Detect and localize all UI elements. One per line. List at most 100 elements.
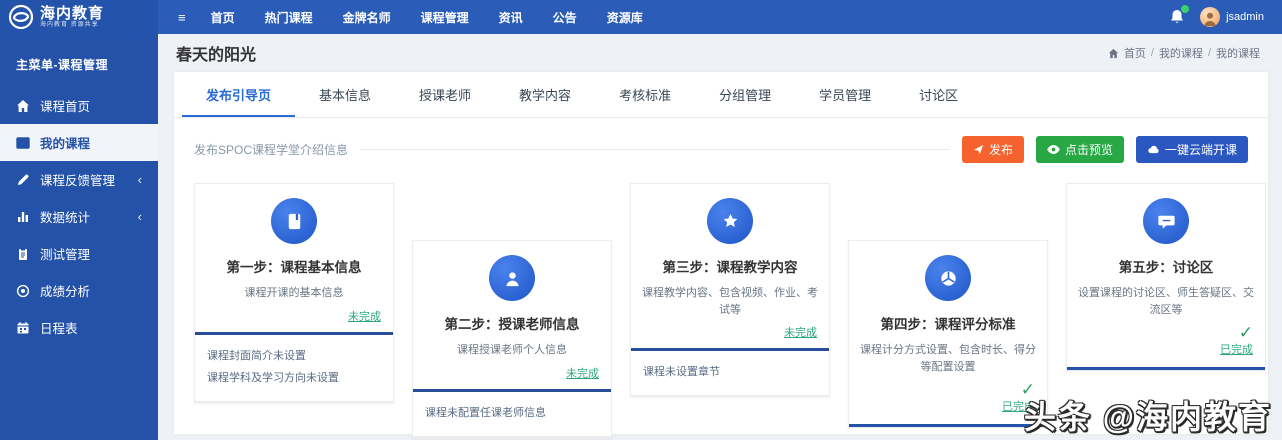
pencil-icon bbox=[16, 173, 30, 187]
nav-item-announcements[interactable]: 公告 bbox=[540, 0, 590, 34]
sidebar-item-label: 我的课程 bbox=[40, 137, 91, 151]
sidebar-item-my-courses[interactable]: 我的课程 bbox=[0, 124, 158, 161]
sidebar-item-course-home[interactable]: 课程首页 bbox=[0, 87, 158, 124]
tab-assessment-criteria[interactable]: 考核标准 bbox=[595, 72, 695, 117]
step-notice: 课程封面简介未设置 课程学科及学习方向未设置 bbox=[195, 331, 393, 402]
breadcrumb-home[interactable]: 首页 bbox=[1124, 45, 1146, 61]
preview-button[interactable]: 点击预览 bbox=[1035, 136, 1124, 163]
sidebar-item-label: 课程反馈管理 bbox=[40, 174, 116, 188]
notification-badge bbox=[1181, 5, 1190, 13]
tab-instructors[interactable]: 授课老师 bbox=[395, 72, 495, 117]
logo[interactable]: 海内教育 海内教育 资源共享 bbox=[0, 0, 158, 34]
sidebar-item-label: 课程首页 bbox=[40, 100, 91, 114]
nav-item-course-management[interactable]: 课程管理 bbox=[408, 0, 482, 34]
sidebar-item-label: 测试管理 bbox=[40, 248, 91, 262]
notice-line: 课程未设置章节 bbox=[643, 366, 720, 378]
home-icon bbox=[1108, 48, 1118, 58]
complete-bar bbox=[1067, 367, 1265, 370]
sidebar: 主菜单-课程管理 课程首页 我的课程 课程反馈管理 ‹ 数据统计 ‹ 测试管理 … bbox=[0, 34, 158, 440]
book-icon bbox=[271, 198, 317, 244]
cloud-start-button[interactable]: 一键云端开课 bbox=[1135, 136, 1248, 163]
step-title: 第二步：授课老师信息 bbox=[444, 317, 580, 332]
step-notice: 课程未配置任课老师信息 bbox=[413, 388, 611, 437]
step-subtitle: 设置课程的讨论区、师生答疑区、交流区等 bbox=[1078, 287, 1254, 316]
toolbar-info-text: 发布SPOC课程学堂介绍信息 bbox=[194, 143, 349, 157]
calendar-icon bbox=[16, 321, 30, 335]
breadcrumb-separator: / bbox=[1207, 47, 1211, 59]
step-card-2: 第二步：授课老师信息 课程授课老师个人信息 未完成 课程未配置任课老师信息 bbox=[412, 240, 612, 438]
tab-publish-guide[interactable]: 发布引导页 bbox=[182, 72, 296, 117]
sidebar-item-feedback-management[interactable]: 课程反馈管理 ‹ bbox=[0, 161, 158, 198]
logo-subtitle: 海内教育 资源共享 bbox=[40, 21, 99, 28]
cloud-icon bbox=[1148, 145, 1159, 154]
sidebar-item-label: 日程表 bbox=[40, 322, 78, 336]
eye-icon bbox=[1047, 145, 1060, 154]
user-icon bbox=[489, 255, 535, 301]
chevron-left-icon: ‹ bbox=[137, 209, 142, 224]
complete-bar bbox=[849, 424, 1047, 427]
step-card-1: 第一步：课程基本信息 课程开课的基本信息 未完成 课程封面简介未设置 课程学科及… bbox=[194, 183, 394, 403]
notice-line: 课程封面简介未设置 bbox=[207, 349, 306, 362]
breadcrumb-my-courses[interactable]: 我的课程 bbox=[1159, 45, 1203, 61]
tab-teaching-content[interactable]: 教学内容 bbox=[495, 72, 595, 117]
step-subtitle: 课程教学内容、包含视频、作业、考试等 bbox=[642, 287, 818, 316]
navbar-right: jsadmin bbox=[1168, 0, 1282, 34]
home-icon bbox=[16, 99, 30, 113]
nav-item-top-teachers[interactable]: 金牌名师 bbox=[330, 0, 404, 34]
publish-button[interactable]: 发布 bbox=[961, 136, 1024, 163]
incomplete-link[interactable]: 未完成 bbox=[784, 324, 817, 340]
sidebar-item-schedule[interactable]: 日程表 bbox=[0, 309, 158, 346]
step-title: 第一步：课程基本信息 bbox=[226, 260, 362, 275]
step-subtitle: 课程计分方式设置、包含时长、得分等配置设置 bbox=[860, 344, 1036, 373]
tab-group-management[interactable]: 分组管理 bbox=[695, 72, 795, 117]
book-icon bbox=[16, 136, 30, 150]
nav-item-news[interactable]: 资讯 bbox=[486, 0, 536, 34]
publish-button-label: 发布 bbox=[988, 143, 1013, 157]
target-icon bbox=[16, 284, 30, 298]
incomplete-link[interactable]: 未完成 bbox=[566, 365, 599, 381]
tab-student-management[interactable]: 学员管理 bbox=[795, 72, 895, 117]
complete-link[interactable]: 已完成 bbox=[1220, 341, 1253, 357]
breadcrumb-separator: / bbox=[1150, 47, 1154, 59]
check-icon: ✓ bbox=[1238, 323, 1253, 342]
step-subtitle: 课程开课的基本信息 bbox=[244, 287, 344, 299]
logo-icon bbox=[8, 4, 34, 30]
step-card-5: 第五步：讨论区 设置课程的讨论区、师生答疑区、交流区等 ✓ 已完成 bbox=[1066, 183, 1266, 371]
hamburger-icon[interactable]: ≡ bbox=[170, 10, 194, 25]
sidebar-header: 主菜单-课程管理 bbox=[16, 58, 108, 72]
step-title: 第五步：讨论区 bbox=[1118, 260, 1214, 275]
nav-item-resources[interactable]: 资源库 bbox=[594, 0, 656, 34]
preview-button-label: 点击预览 bbox=[1064, 143, 1113, 157]
sidebar-item-label: 数据统计 bbox=[40, 211, 91, 225]
breadcrumb-current[interactable]: 我的课程 bbox=[1216, 45, 1260, 61]
tab-discussion[interactable]: 讨论区 bbox=[895, 72, 982, 117]
nav-menu: ≡ 首页 热门课程 金牌名师 课程管理 资讯 公告 资源库 bbox=[158, 0, 656, 34]
step-notice: 课程未设置章节 bbox=[631, 348, 829, 396]
sidebar-item-grade-analysis[interactable]: 成绩分析 bbox=[0, 272, 158, 309]
star-icon bbox=[707, 198, 753, 244]
divider bbox=[360, 149, 950, 150]
step-title: 第四步：课程评分标准 bbox=[880, 317, 1016, 332]
username: jsadmin bbox=[1226, 11, 1264, 23]
breadcrumb: 首页 / 我的课程 / 我的课程 bbox=[1108, 45, 1260, 61]
course-panel: 发布引导页 基本信息 授课老师 教学内容 考核标准 分组管理 学员管理 讨论区 … bbox=[174, 72, 1268, 438]
chat-icon bbox=[1143, 198, 1189, 244]
chevron-left-icon: ‹ bbox=[137, 172, 142, 187]
bell-icon[interactable] bbox=[1168, 5, 1190, 26]
cloud-start-button-label: 一键云端开课 bbox=[1164, 143, 1237, 157]
nav-item-hot-courses[interactable]: 热门课程 bbox=[252, 0, 326, 34]
sidebar-item-test-management[interactable]: 测试管理 bbox=[0, 235, 158, 272]
notice-line: 课程学科及学习方向未设置 bbox=[207, 371, 339, 384]
tab-basic-info[interactable]: 基本信息 bbox=[295, 72, 395, 117]
nav-item-home[interactable]: 首页 bbox=[198, 0, 248, 34]
top-navbar: 海内教育 海内教育 资源共享 ≡ 首页 热门课程 金牌名师 课程管理 资讯 公告… bbox=[0, 0, 1282, 34]
sidebar-item-data-statistics[interactable]: 数据统计 ‹ bbox=[0, 198, 158, 235]
user-menu[interactable]: jsadmin bbox=[1200, 7, 1264, 27]
logo-title: 海内教育 bbox=[40, 4, 105, 22]
step-subtitle: 课程授课老师个人信息 bbox=[457, 344, 567, 356]
chart-icon bbox=[16, 210, 30, 224]
incomplete-link[interactable]: 未完成 bbox=[348, 308, 381, 324]
page-header: 春天的阳光 首页 / 我的课程 / 我的课程 bbox=[158, 34, 1282, 72]
cube-icon bbox=[925, 255, 971, 301]
main-content: 春天的阳光 首页 / 我的课程 / 我的课程 发布引导页 基本信息 授课老师 教… bbox=[158, 34, 1282, 440]
